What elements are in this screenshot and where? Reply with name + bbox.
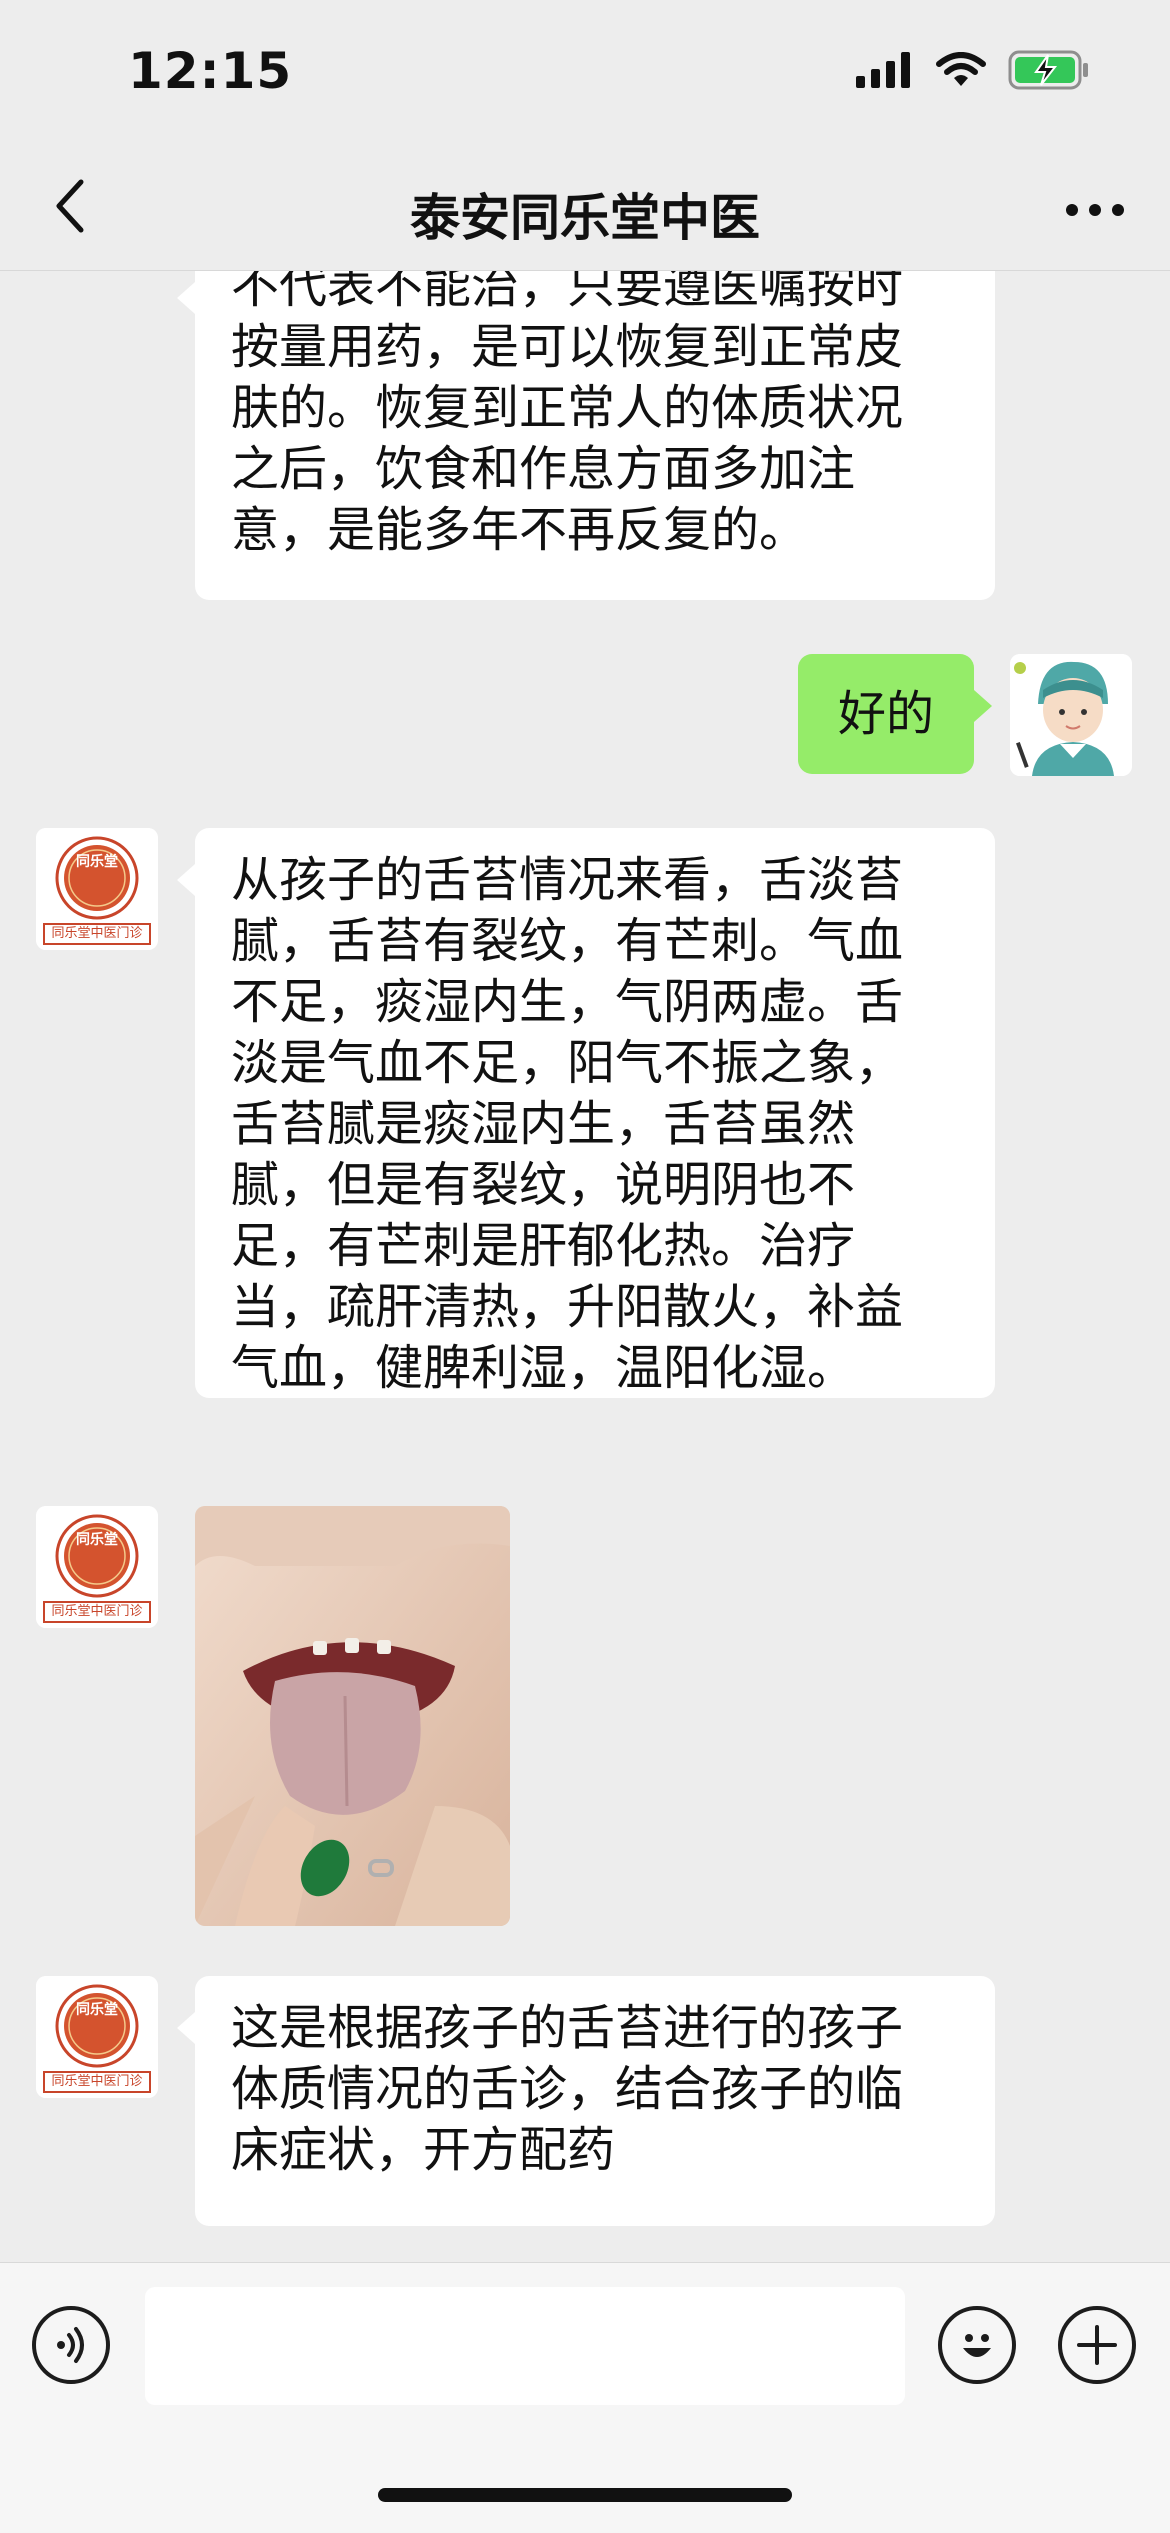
doctor-avatar-icon [1010, 654, 1132, 776]
clinic-avatar[interactable]: 同乐堂 同乐堂中医门诊 [36, 1976, 158, 2098]
tongue-photo[interactable] [195, 1506, 510, 1926]
nav-bar: 泰安同乐堂中医 [0, 150, 1170, 271]
battery-charging-icon [1008, 50, 1088, 90]
message-line: 腻，舌苔有裂纹，有芒刺。气血 [231, 913, 904, 969]
message-line: 腻，但是有裂纹，说明阴也不 [231, 1157, 856, 1213]
message-line: 从孩子的舌苔情况来看，舌淡苔 [231, 852, 904, 908]
message-line: 足，有芒刺是肝郁化热。治疗 [231, 1218, 856, 1274]
clinic-avatar[interactable]: 同乐堂 同乐堂中医门诊 [36, 1506, 158, 1628]
message-line: 不足，痰湿内生，气阴两虚。舌 [231, 974, 904, 1030]
plus-icon [1077, 2325, 1117, 2365]
message-line: 意，是能多年不再反复的。 [231, 502, 808, 558]
seal-bottom-text: 同乐堂中医门诊 [51, 2074, 143, 2089]
message-line: 气血，健脾利湿，温阳化湿。 [231, 1340, 856, 1396]
message-line: 好的 [837, 686, 934, 742]
message-line: 这是根据孩子的舌苔进行的孩子 [231, 2000, 904, 2056]
message-input[interactable] [145, 2287, 905, 2405]
home-indicator [378, 2488, 792, 2502]
message-line: 淡是气血不足，阳气不振之象， [231, 1035, 904, 1091]
message-bubble[interactable]: 从孩子的舌苔情况来看，舌淡苔 腻，舌苔有裂纹，有芒刺。气血 不足，痰湿内生，气阴… [177, 828, 995, 1398]
voice-icon [57, 2327, 84, 2363]
message-line: 体质情况的舌诊，结合孩子的临 [231, 2061, 904, 2117]
message-line: 按量用药，是可以恢复到正常皮 [231, 319, 904, 375]
input-bar [0, 2262, 1170, 2533]
signal-icon [856, 52, 910, 88]
more-dots-icon [1066, 204, 1124, 216]
message-line: 当，疏肝清热，升阳散火，补益 [231, 1279, 904, 1335]
message-bubble[interactable]: 不代表不能治，只要遵医嘱按时 按量用药，是可以恢复到正常皮 肤的。恢复到正常人的… [177, 271, 995, 600]
clinic-avatar[interactable]: 同乐堂 同乐堂中医门诊 [36, 828, 158, 950]
message-line: 不代表不能治，只要遵医嘱按时 [231, 271, 904, 314]
seal-top-text: 同乐堂 [76, 1532, 118, 1548]
message-bubble[interactable]: 这是根据孩子的舌苔进行的孩子 体质情况的舌诊，结合孩子的临 床症状，开方配药 [177, 1976, 995, 2226]
emoji-button[interactable] [938, 2306, 1016, 2384]
message-line: 舌苔腻是痰湿内生，舌苔虽然 [231, 1096, 856, 1152]
message-line: 之后，饮食和作息方面多加注 [231, 441, 856, 497]
more-button[interactable] [1060, 180, 1130, 240]
seal-top-text: 同乐堂 [76, 854, 118, 870]
status-time: 12:15 [128, 42, 293, 100]
chat-title: 泰安同乐堂中医 [410, 189, 760, 247]
message-line: 肤的。恢复到正常人的体质状况 [231, 380, 904, 436]
seal-top-text: 同乐堂 [76, 2002, 118, 2018]
self-avatar[interactable] [1010, 654, 1132, 776]
status-icons [856, 50, 1090, 90]
wifi-icon [936, 52, 986, 86]
message-bubble-self[interactable]: 好的 [798, 654, 992, 774]
voice-button[interactable] [32, 2306, 110, 2384]
seal-bottom-text: 同乐堂中医门诊 [51, 1604, 143, 1619]
message-line: 床症状，开方配药 [231, 2122, 616, 2178]
tongue-photo-image [195, 1506, 510, 1926]
emoji-icon [963, 2334, 991, 2357]
plus-button[interactable] [1058, 2306, 1136, 2384]
seal-bottom-text: 同乐堂中医门诊 [51, 926, 143, 941]
chat-list[interactable]: 不代表不能治，只要遵医嘱按时 按量用药，是可以恢复到正常皮 肤的。恢复到正常人的… [0, 271, 1170, 2261]
status-bar: 12:15 [0, 0, 1170, 150]
